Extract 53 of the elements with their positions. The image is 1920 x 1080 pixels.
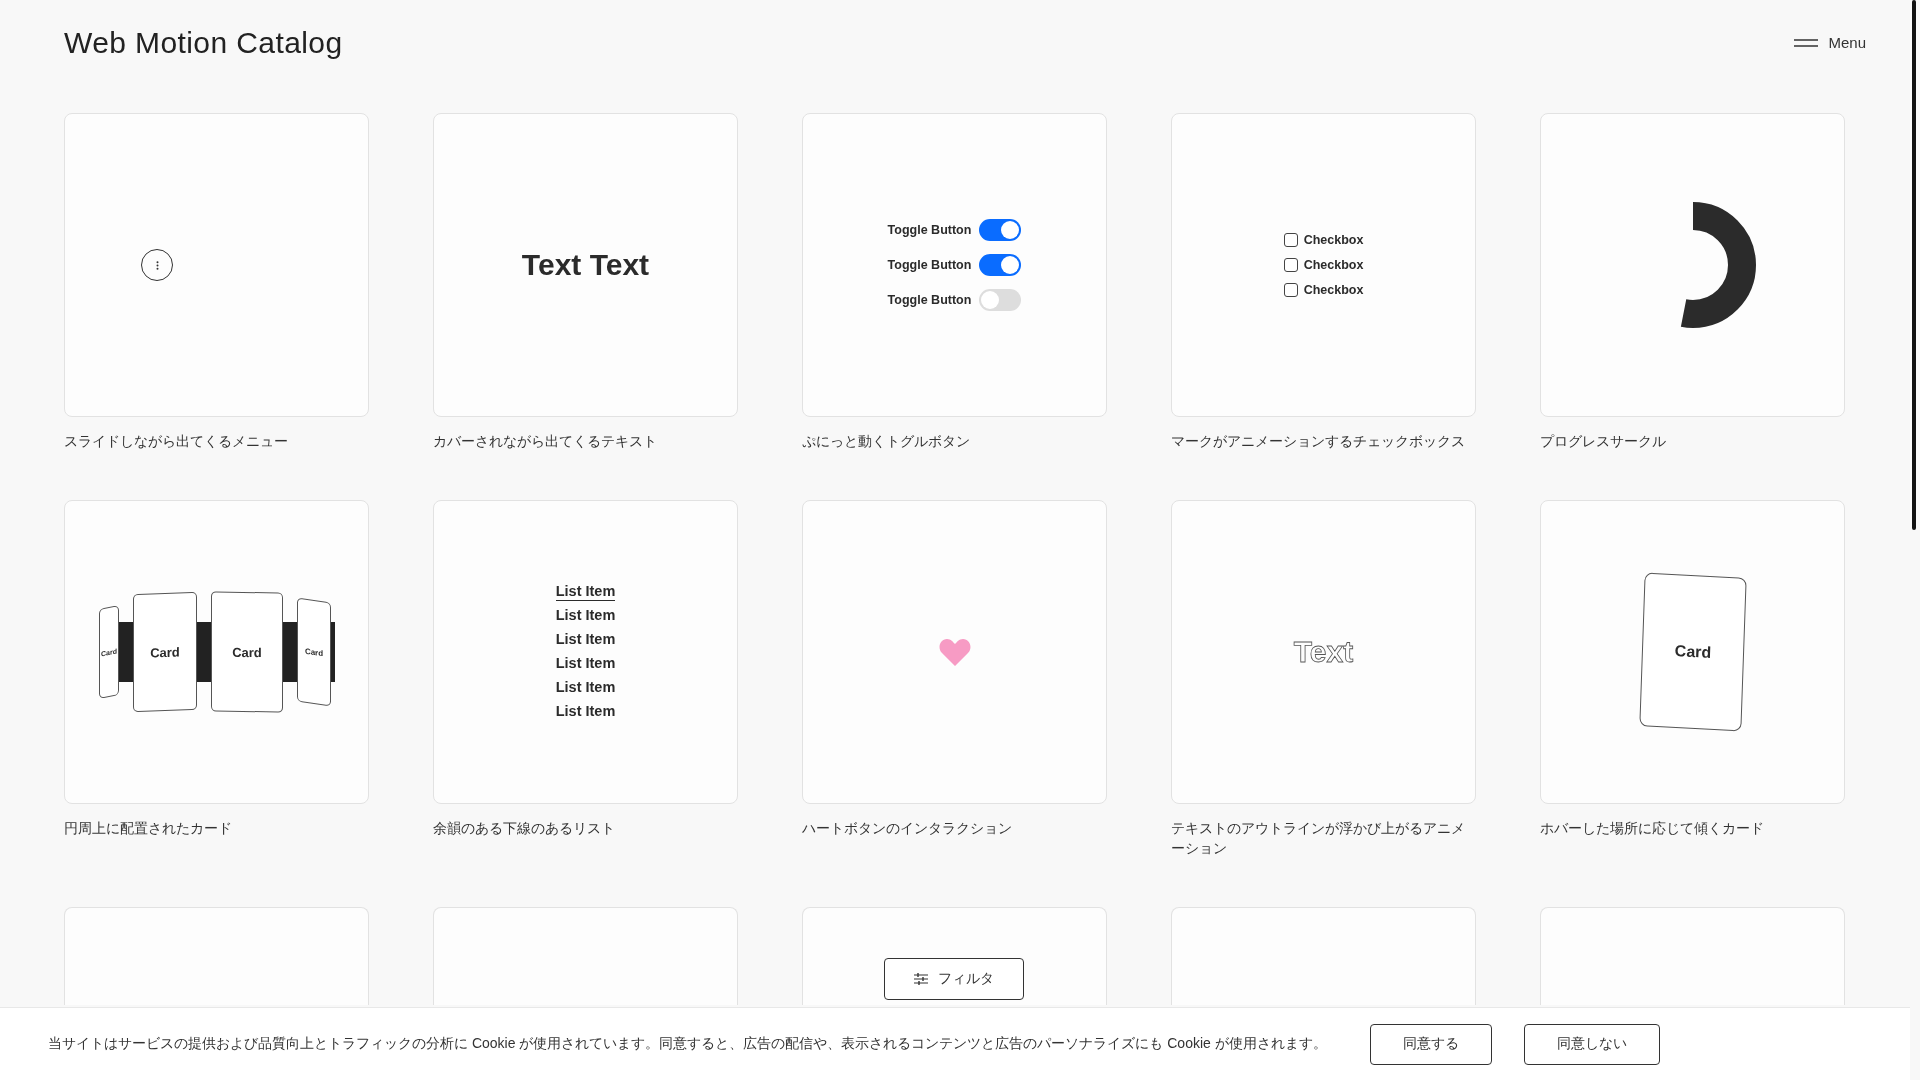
sliders-icon xyxy=(914,973,928,985)
card-back xyxy=(330,622,335,682)
carousel-card[interactable]: Card xyxy=(210,591,283,713)
demo-caption[interactable]: 余韻のある下線のあるリスト xyxy=(433,818,738,838)
checkbox[interactable] xyxy=(1283,233,1298,247)
agree-button[interactable]: 同意する xyxy=(1370,1023,1492,1065)
menu-icon xyxy=(1794,38,1819,47)
demo-caption[interactable]: スライドしながら出てくるメニュー xyxy=(64,431,369,451)
demo-card[interactable]: Text xyxy=(1171,500,1476,804)
tilt-card[interactable]: Card xyxy=(1638,572,1747,732)
demo-caption[interactable]: マークがアニメーションするチェックボックス xyxy=(1171,431,1476,451)
checkbox-label: Checkbox xyxy=(1303,258,1364,272)
toggle-switch[interactable] xyxy=(979,254,1022,276)
demo-caption[interactable]: 円周上に配置されたカード xyxy=(64,818,369,838)
checkbox[interactable] xyxy=(1283,258,1298,272)
scrollbar-thumb[interactable] xyxy=(1912,0,1916,530)
demo-caption[interactable]: ぷにっと動くトグルボタン xyxy=(802,431,1107,451)
demo-caption[interactable]: プログレスサークル xyxy=(1540,431,1845,451)
checkbox-label: Checkbox xyxy=(1303,283,1364,297)
cookie-notice: 当サイトはサービスの提供および品質向上とトラフィックの分析に Cookie が使用されています。同意すると、広告の配信や、表示されるコンテンツと広告のパーソナライズにも Cookie が使用されます。 xyxy=(48,1035,1328,1053)
toggle-switch[interactable] xyxy=(979,289,1022,311)
carousel-card[interactable]: Card xyxy=(296,597,331,707)
menu-button[interactable]: Menu xyxy=(1794,34,1866,51)
list-item[interactable]: List Item xyxy=(555,631,616,649)
checkbox-label: Checkbox xyxy=(1303,233,1364,247)
outline-text: Text xyxy=(1293,635,1354,669)
more-icon xyxy=(155,260,159,270)
site-title: Web Motion Catalog xyxy=(64,25,343,60)
toggle-switch[interactable] xyxy=(979,219,1022,241)
toggle-label: Toggle Button xyxy=(887,293,972,307)
checkbox[interactable] xyxy=(1283,283,1298,297)
demo-caption[interactable]: ホバーした場所に応じて傾くカード xyxy=(1540,818,1845,838)
filter-button[interactable]: フィルタ xyxy=(884,958,1024,1000)
demo-card[interactable]: Card xyxy=(1540,500,1845,804)
list-item[interactable]: List Item xyxy=(555,655,616,673)
list-item[interactable]: List Item xyxy=(555,607,616,625)
decline-button[interactable]: 同意しない xyxy=(1524,1023,1660,1065)
cover-text: Text Text xyxy=(521,248,650,282)
demo-card[interactable]: Text Text xyxy=(433,113,738,417)
demo-card[interactable]: Checkbox Checkbox Checkbox xyxy=(1171,113,1476,417)
list-item[interactable]: List Item xyxy=(555,703,616,721)
demo-card[interactable] xyxy=(1540,113,1845,417)
demo-caption[interactable]: テキストのアウトラインが浮かび上がるアニメーション xyxy=(1171,818,1476,858)
demo-card[interactable]: List Item List Item List Item List Item List Item List Item xyxy=(433,500,738,804)
list-item[interactable]: List Item xyxy=(555,679,616,697)
heart-icon[interactable] xyxy=(938,638,971,666)
demo-card[interactable]: Toggle Button Toggle Button Toggle Button xyxy=(802,113,1107,417)
carousel-card[interactable]: Card xyxy=(132,591,197,713)
list-item[interactable]: List Item xyxy=(555,583,616,601)
toggle-label: Toggle Button xyxy=(887,258,972,272)
demo-caption[interactable]: カバーされながら出てくるテキスト xyxy=(433,431,738,451)
demo-caption[interactable]: ハートボタンのインタラクション xyxy=(802,818,1107,838)
toggle-label: Toggle Button xyxy=(887,223,972,237)
